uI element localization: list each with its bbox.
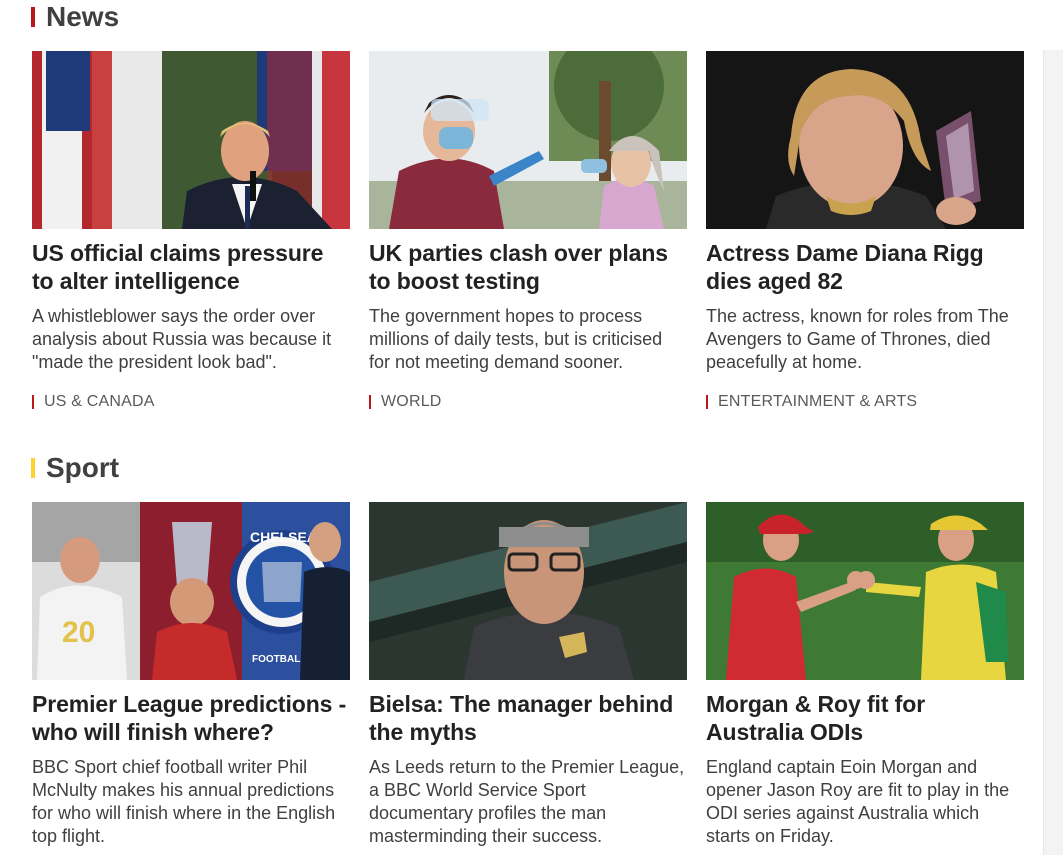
sport-card-2-summary: As Leeds return to the Premier League, a… [369,757,685,846]
news-section-title[interactable]: News [46,0,119,34]
news-section-header: News [31,0,119,34]
sport-card-2[interactable]: Bielsa: The manager behind the myths As … [369,502,687,848]
sport-section-header: Sport [31,451,119,485]
sport-card-1-headline[interactable]: Premier League predictions - who will fi… [32,690,350,746]
news-card-1-headline[interactable]: US official claims pressure to alter int… [32,239,350,295]
news-card-3-headline[interactable]: Actress Dame Diana Rigg dies aged 82 [706,239,1024,295]
news-card-2-summary: The government hopes to process millions… [369,306,663,372]
news-card-3[interactable]: Actress Dame Diana Rigg dies aged 82 The… [706,51,1024,411]
news-card-1-summary: A whistleblower says the order over anal… [32,306,332,372]
news-card-1-tag: US & CANADA [44,393,155,410]
sport-card-3-summary: England captain Eoin Morgan and opener J… [706,757,1010,846]
news-card-3-summary: The actress, known for roles from The Av… [706,306,1009,372]
sport-card-2-image[interactable] [369,502,687,680]
sport-card-1[interactable]: 20 CHELSEA FOOTBALL Premier League predi… [32,502,350,848]
tag-divider-icon [32,395,34,409]
news-accent-bar [31,7,35,27]
news-card-1-tag-link[interactable]: US & CANADA [32,393,350,411]
news-card-3-tag: ENTERTAINMENT & ARTS [718,393,918,410]
news-card-2-headline[interactable]: UK parties clash over plans to boost tes… [369,239,687,295]
sport-card-3[interactable]: Morgan & Roy fit for Australia ODIs Engl… [706,502,1024,848]
news-card-2[interactable]: UK parties clash over plans to boost tes… [369,51,687,411]
photo-shirt-number: 20 [62,616,95,649]
sport-card-1-image[interactable]: 20 CHELSEA FOOTBALL [32,502,350,680]
news-card-3-tag-link[interactable]: ENTERTAINMENT & ARTS [706,393,1024,411]
sport-card-3-headline[interactable]: Morgan & Roy fit for Australia ODIs [706,690,1024,746]
sport-accent-bar [31,458,35,478]
photo-badge-sub: FOOTBALL [252,654,306,665]
news-card-2-image[interactable] [369,51,687,229]
news-card-1-image[interactable] [32,51,350,229]
news-card-2-tag-link[interactable]: WORLD [369,393,687,411]
news-card-1[interactable]: US official claims pressure to alter int… [32,51,350,411]
tag-divider-icon [369,395,371,409]
scrollbar-track[interactable] [1043,50,1063,855]
photo-badge-text: CHELSEA [250,529,317,545]
sport-card-1-summary: BBC Sport chief football writer Phil McN… [32,757,336,846]
sport-card-2-headline[interactable]: Bielsa: The manager behind the myths [369,690,687,746]
sport-card-3-image[interactable] [706,502,1024,680]
sport-section-title[interactable]: Sport [46,451,119,485]
news-card-2-tag: WORLD [381,393,442,410]
tag-divider-icon [706,395,708,409]
news-card-3-image[interactable] [706,51,1024,229]
